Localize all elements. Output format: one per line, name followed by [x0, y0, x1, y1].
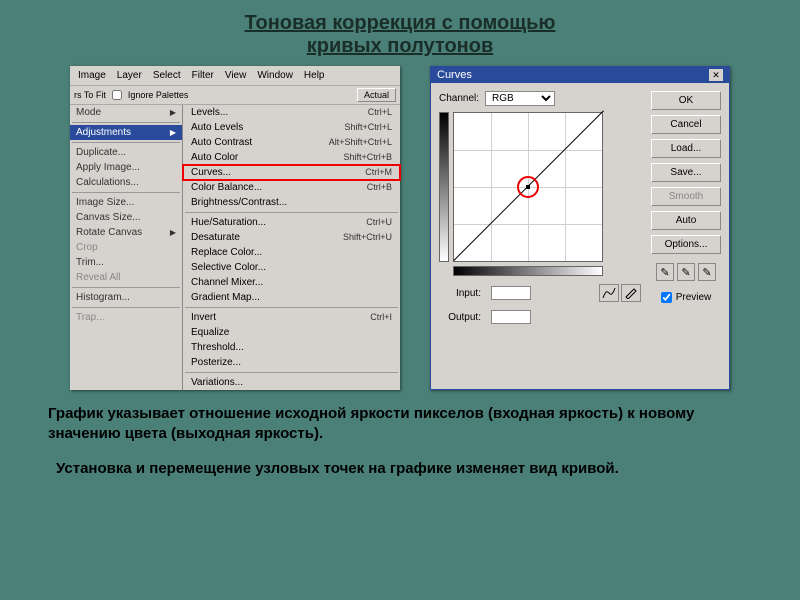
image-menu-panel: Image Layer Select Filter View Window He…	[70, 66, 400, 390]
submenu-item[interactable]: Auto ContrastAlt+Shift+Ctrl+L	[183, 135, 400, 150]
preview-checkbox[interactable]	[661, 292, 672, 303]
actual-pixels-button[interactable]: Actual	[357, 88, 396, 102]
options-button[interactable]: Options...	[651, 235, 721, 254]
submenu-item[interactable]: Curves...Ctrl+M	[183, 165, 400, 180]
input-value[interactable]	[491, 286, 531, 300]
ignore-palettes-label: Ignore Palettes	[128, 90, 189, 100]
caption-1: График указывает отношение исходной ярко…	[0, 390, 800, 445]
ignore-palettes-checkbox[interactable]	[112, 90, 122, 100]
menu-item: Trap...	[70, 310, 182, 325]
submenu-item[interactable]: Gradient Map...	[183, 290, 400, 305]
chevron-right-icon: ▶	[170, 228, 176, 237]
submenu-item[interactable]: Hue/Saturation...Ctrl+U	[183, 215, 400, 230]
input-label: Input:	[439, 288, 481, 299]
submenu-item[interactable]: DesaturateShift+Ctrl+U	[183, 230, 400, 245]
menu-item[interactable]: Rotate Canvas▶	[70, 225, 182, 240]
curves-titlebar[interactable]: Curves ✕	[431, 67, 729, 83]
output-label: Output:	[439, 312, 481, 323]
submenu-item[interactable]: Auto ColorShift+Ctrl+B	[183, 150, 400, 165]
auto-button[interactable]: Auto	[651, 211, 721, 230]
menubar: Image Layer Select Filter View Window He…	[70, 66, 400, 86]
submenu-item[interactable]: InvertCtrl+I	[183, 310, 400, 325]
options-toolbar: rs To Fit Ignore Palettes Actual	[70, 86, 400, 105]
menu-column-left: Mode▶ Adjustments▶ Duplicate...Apply Image…	[70, 105, 182, 390]
preview-label: Preview	[676, 292, 712, 303]
submenu-item[interactable]: Color Balance...Ctrl+B	[183, 180, 400, 195]
menu-select[interactable]: Select	[148, 68, 186, 83]
save-button[interactable]: Save...	[651, 163, 721, 182]
ok-button[interactable]: OK	[651, 91, 721, 110]
smooth-button: Smooth	[651, 187, 721, 206]
submenu-item[interactable]: Channel Mixer...	[183, 275, 400, 290]
menu-item[interactable]: Canvas Size...	[70, 210, 182, 225]
menu-filter[interactable]: Filter	[187, 68, 219, 83]
submenu-item[interactable]: Brightness/Contrast...	[183, 195, 400, 210]
curves-graph[interactable]	[453, 112, 603, 262]
menu-item[interactable]: Image Size...	[70, 195, 182, 210]
submenu-item[interactable]: Selective Color...	[183, 260, 400, 275]
menu-image[interactable]: Image	[73, 68, 111, 83]
output-gradient-bar	[439, 112, 449, 262]
menu-item[interactable]: Adjustments▶	[70, 125, 182, 140]
eyedropper-gray-icon[interactable]: ✎	[677, 263, 695, 281]
output-value[interactable]	[491, 310, 531, 324]
submenu-item[interactable]: Levels...Ctrl+L	[183, 105, 400, 120]
submenu-item[interactable]: Posterize...	[183, 355, 400, 370]
chevron-right-icon: ▶	[170, 108, 176, 117]
menu-item[interactable]: Mode▶	[70, 105, 182, 120]
menu-item[interactable]: Histogram...	[70, 290, 182, 305]
menu-item: Reveal All	[70, 270, 182, 285]
submenu-item[interactable]: Variations...	[183, 375, 400, 390]
channel-label: Channel:	[439, 93, 479, 104]
cancel-button[interactable]: Cancel	[651, 115, 721, 134]
submenu-item[interactable]: Threshold...	[183, 340, 400, 355]
submenu-item[interactable]: Auto LevelsShift+Ctrl+L	[183, 120, 400, 135]
menu-item[interactable]: Trim...	[70, 255, 182, 270]
submenu-item[interactable]: Replace Color...	[183, 245, 400, 260]
menu-layer[interactable]: Layer	[112, 68, 147, 83]
menu-view[interactable]: View	[220, 68, 252, 83]
eyedropper-black-icon[interactable]: ✎	[656, 263, 674, 281]
eyedropper-white-icon[interactable]: ✎	[698, 263, 716, 281]
title-line-2: кривых полутонов	[0, 35, 800, 58]
curves-title-text: Curves	[437, 69, 472, 81]
close-icon[interactable]: ✕	[709, 69, 723, 81]
menu-help[interactable]: Help	[299, 68, 330, 83]
menu-column-right: Levels...Ctrl+LAuto LevelsShift+Ctrl+LAu…	[182, 105, 400, 390]
input-gradient-bar	[453, 266, 603, 276]
menu-item[interactable]: Calculations...	[70, 175, 182, 190]
menu-item: Crop	[70, 240, 182, 255]
curve-point-highlight[interactable]	[517, 176, 539, 198]
pencil-mode-icon[interactable]	[621, 284, 641, 302]
curve-mode-icon[interactable]	[599, 284, 619, 302]
channel-select[interactable]: RGB	[485, 91, 555, 106]
menu-window[interactable]: Window	[252, 68, 298, 83]
menu-item[interactable]: Duplicate...	[70, 145, 182, 160]
menu-item[interactable]: Apply Image...	[70, 160, 182, 175]
page-title: Тоновая коррекция с помощью кривых полут…	[0, 0, 800, 66]
caption-2: Установка и перемещение узловых точек на…	[0, 445, 800, 479]
curves-dialog: Curves ✕ Channel: RGB	[430, 66, 730, 390]
title-line-1: Тоновая коррекция с помощью	[0, 12, 800, 35]
submenu-item[interactable]: Equalize	[183, 325, 400, 340]
fit-label: rs To Fit	[74, 90, 106, 100]
chevron-right-icon: ▶	[170, 128, 176, 137]
load-button[interactable]: Load...	[651, 139, 721, 158]
